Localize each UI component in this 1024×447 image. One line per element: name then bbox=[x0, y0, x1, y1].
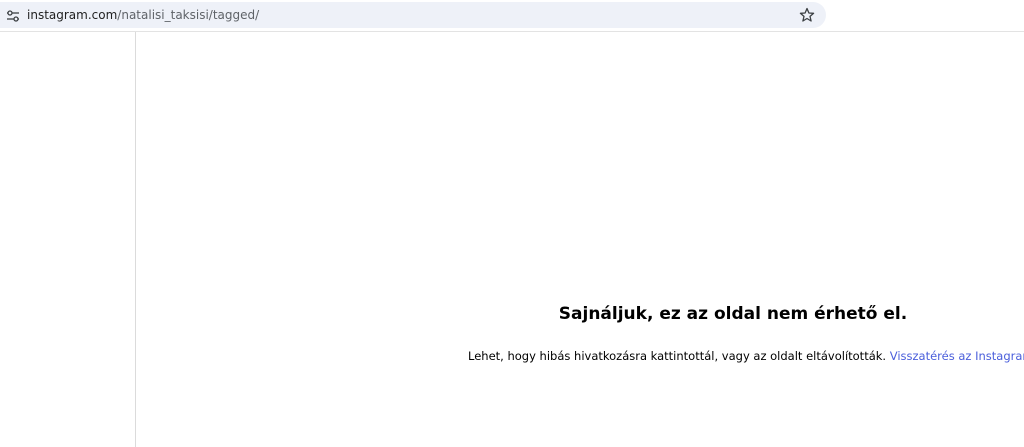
url-text[interactable]: instagram.com/natalisi_taksisi/tagged/ bbox=[27, 7, 259, 23]
error-description-text: Lehet, hogy hibás hivatkozásra kattintot… bbox=[468, 349, 887, 363]
main-content: Sajnáljuk, ez az oldal nem érhető el. Le… bbox=[136, 32, 1024, 447]
sidebar bbox=[0, 32, 136, 447]
error-description: Lehet, hogy hibás hivatkozásra kattintot… bbox=[468, 348, 1024, 364]
error-title: Sajnáljuk, ez az oldal nem érhető el. bbox=[558, 304, 908, 324]
url-path: /natalisi_taksisi/tagged/ bbox=[117, 8, 260, 22]
url-host: instagram.com bbox=[27, 8, 118, 22]
tune-icon[interactable] bbox=[6, 8, 20, 22]
browser-toolbar: instagram.com/natalisi_taksisi/tagged/ bbox=[0, 0, 1024, 32]
back-to-instagram-link[interactable]: Visszatérés az Instagramra. bbox=[890, 349, 1024, 363]
star-icon[interactable] bbox=[799, 7, 815, 23]
address-bar[interactable]: instagram.com/natalisi_taksisi/tagged/ bbox=[0, 2, 826, 28]
